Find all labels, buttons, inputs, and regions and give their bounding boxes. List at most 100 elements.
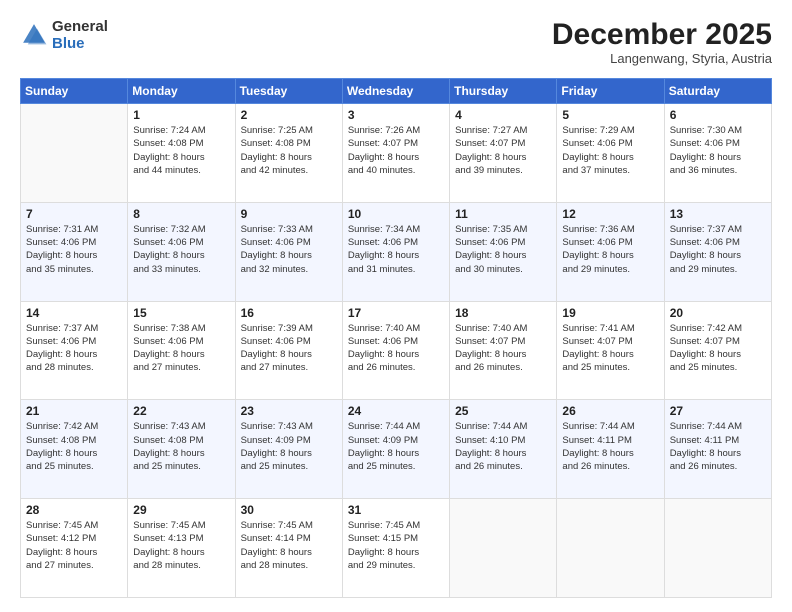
calendar-cell [557,499,664,598]
day-number: 25 [455,404,551,418]
calendar-table: SundayMondayTuesdayWednesdayThursdayFrid… [20,78,772,598]
day-number: 27 [670,404,766,418]
day-info: Sunrise: 7:44 AM Sunset: 4:11 PM Dayligh… [562,420,658,473]
calendar-cell: 13 Sunrise: 7:37 AM Sunset: 4:06 PM Dayli… [664,202,771,301]
calendar-cell: 5 Sunrise: 7:29 AM Sunset: 4:06 PM Daylig… [557,104,664,203]
day-info: Sunrise: 7:36 AM Sunset: 4:06 PM Dayligh… [562,223,658,276]
page: General Blue December 2025 Langenwang, S… [0,0,792,612]
calendar-cell: 20Sunrise: 7:42 AM Sunset: 4:07 PM Dayli… [664,301,771,400]
calendar-cell: 22 Sunrise: 7:43 AM Sunset: 4:08 PM Dayli… [128,400,235,499]
day-number: 16 [241,306,337,320]
day-number: 21 [26,404,122,418]
weekday-header: Wednesday [342,79,449,104]
day-info: Sunrise: 7:38 AM Sunset: 4:06 PM Dayligh… [133,322,229,375]
calendar-cell: 26Sunrise: 7:44 AM Sunset: 4:11 PM Dayli… [557,400,664,499]
day-number: 29 [133,503,229,517]
day-info: Sunrise: 7:34 AM Sunset: 4:06 PM Dayligh… [348,223,444,276]
logo-blue: Blue [52,35,85,52]
calendar-cell: 30Sunrise: 7:45 AM Sunset: 4:14 PM Dayli… [235,499,342,598]
day-info: Sunrise: 7:43 AM Sunset: 4:08 PM Dayligh… [133,420,229,473]
calendar-cell [21,104,128,203]
day-info: Sunrise: 7:44 AM Sunset: 4:10 PM Dayligh… [455,420,551,473]
day-number: 5 [562,108,658,122]
calendar-week-row: 28Sunrise: 7:45 AM Sunset: 4:12 PM Dayli… [21,499,772,598]
calendar-cell: 11Sunrise: 7:35 AM Sunset: 4:06 PM Dayli… [450,202,557,301]
calendar-cell: 29 Sunrise: 7:45 AM Sunset: 4:13 PM Dayli… [128,499,235,598]
logo-icon [20,21,48,49]
title-block: December 2025 Langenwang, Styria, Austri… [552,18,772,66]
calendar-cell [450,499,557,598]
day-info: Sunrise: 7:41 AM Sunset: 4:07 PM Dayligh… [562,322,658,375]
calendar-cell: 31Sunrise: 7:45 AM Sunset: 4:15 PM Dayli… [342,499,449,598]
day-info: Sunrise: 7:31 AM Sunset: 4:06 PM Dayligh… [26,223,122,276]
day-info: Sunrise: 7:37 AM Sunset: 4:06 PM Dayligh… [26,322,122,375]
day-number: 28 [26,503,122,517]
calendar-cell: 17 Sunrise: 7:40 AM Sunset: 4:06 PM Dayli… [342,301,449,400]
calendar-cell: 27 Sunrise: 7:44 AM Sunset: 4:11 PM Dayli… [664,400,771,499]
day-info: Sunrise: 7:33 AM Sunset: 4:06 PM Dayligh… [241,223,337,276]
calendar-cell: 28Sunrise: 7:45 AM Sunset: 4:12 PM Dayli… [21,499,128,598]
calendar-cell: 4Sunrise: 7:27 AM Sunset: 4:07 PM Daylig… [450,104,557,203]
day-info: Sunrise: 7:40 AM Sunset: 4:06 PM Dayligh… [348,322,444,375]
calendar-cell: 18 Sunrise: 7:40 AM Sunset: 4:07 PM Dayli… [450,301,557,400]
day-number: 4 [455,108,551,122]
weekday-header: Sunday [21,79,128,104]
calendar-cell: 2Sunrise: 7:25 AM Sunset: 4:08 PM Daylig… [235,104,342,203]
day-info: Sunrise: 7:40 AM Sunset: 4:07 PM Dayligh… [455,322,551,375]
day-info: Sunrise: 7:24 AM Sunset: 4:08 PM Dayligh… [133,124,229,177]
weekday-header: Monday [128,79,235,104]
day-info: Sunrise: 7:42 AM Sunset: 4:07 PM Dayligh… [670,322,766,375]
day-info: Sunrise: 7:45 AM Sunset: 4:13 PM Dayligh… [133,519,229,572]
calendar-cell: 16Sunrise: 7:39 AM Sunset: 4:06 PM Dayli… [235,301,342,400]
calendar-week-row: 14Sunrise: 7:37 AM Sunset: 4:06 PM Dayli… [21,301,772,400]
month-title: December 2025 [552,18,772,51]
calendar-cell: 25 Sunrise: 7:44 AM Sunset: 4:10 PM Dayli… [450,400,557,499]
calendar-cell: 24Sunrise: 7:44 AM Sunset: 4:09 PM Dayli… [342,400,449,499]
calendar-cell: 7 Sunrise: 7:31 AM Sunset: 4:06 PM Daylig… [21,202,128,301]
day-number: 7 [26,207,122,221]
day-info: Sunrise: 7:37 AM Sunset: 4:06 PM Dayligh… [670,223,766,276]
location: Langenwang, Styria, Austria [552,51,772,66]
day-number: 6 [670,108,766,122]
calendar-cell [664,499,771,598]
calendar-cell: 8 Sunrise: 7:32 AM Sunset: 4:06 PM Daylig… [128,202,235,301]
day-info: Sunrise: 7:30 AM Sunset: 4:06 PM Dayligh… [670,124,766,177]
day-number: 9 [241,207,337,221]
day-info: Sunrise: 7:29 AM Sunset: 4:06 PM Dayligh… [562,124,658,177]
day-number: 13 [670,207,766,221]
day-number: 8 [133,207,229,221]
day-number: 12 [562,207,658,221]
day-number: 17 [348,306,444,320]
calendar-cell: 1Sunrise: 7:24 AM Sunset: 4:08 PM Daylig… [128,104,235,203]
weekday-header: Saturday [664,79,771,104]
day-number: 30 [241,503,337,517]
weekday-header: Tuesday [235,79,342,104]
day-number: 10 [348,207,444,221]
calendar-cell: 6 Sunrise: 7:30 AM Sunset: 4:06 PM Daylig… [664,104,771,203]
day-info: Sunrise: 7:35 AM Sunset: 4:06 PM Dayligh… [455,223,551,276]
day-number: 15 [133,306,229,320]
day-number: 3 [348,108,444,122]
day-number: 31 [348,503,444,517]
calendar-cell: 21 Sunrise: 7:42 AM Sunset: 4:08 PM Dayli… [21,400,128,499]
day-info: Sunrise: 7:43 AM Sunset: 4:09 PM Dayligh… [241,420,337,473]
calendar-cell: 14Sunrise: 7:37 AM Sunset: 4:06 PM Dayli… [21,301,128,400]
calendar-cell: 12 Sunrise: 7:36 AM Sunset: 4:06 PM Dayli… [557,202,664,301]
day-info: Sunrise: 7:44 AM Sunset: 4:11 PM Dayligh… [670,420,766,473]
calendar-header-row: SundayMondayTuesdayWednesdayThursdayFrid… [21,79,772,104]
day-info: Sunrise: 7:32 AM Sunset: 4:06 PM Dayligh… [133,223,229,276]
day-number: 22 [133,404,229,418]
calendar-cell: 3 Sunrise: 7:26 AM Sunset: 4:07 PM Daylig… [342,104,449,203]
day-info: Sunrise: 7:44 AM Sunset: 4:09 PM Dayligh… [348,420,444,473]
calendar-cell: 23Sunrise: 7:43 AM Sunset: 4:09 PM Dayli… [235,400,342,499]
day-info: Sunrise: 7:26 AM Sunset: 4:07 PM Dayligh… [348,124,444,177]
calendar-week-row: 1Sunrise: 7:24 AM Sunset: 4:08 PM Daylig… [21,104,772,203]
weekday-header: Friday [557,79,664,104]
logo: General Blue [20,18,108,53]
day-info: Sunrise: 7:42 AM Sunset: 4:08 PM Dayligh… [26,420,122,473]
calendar-cell: 15 Sunrise: 7:38 AM Sunset: 4:06 PM Dayli… [128,301,235,400]
logo-text: General Blue [52,18,108,53]
calendar-week-row: 7 Sunrise: 7:31 AM Sunset: 4:06 PM Daylig… [21,202,772,301]
day-number: 18 [455,306,551,320]
calendar-cell: 9 Sunrise: 7:33 AM Sunset: 4:06 PM Daylig… [235,202,342,301]
